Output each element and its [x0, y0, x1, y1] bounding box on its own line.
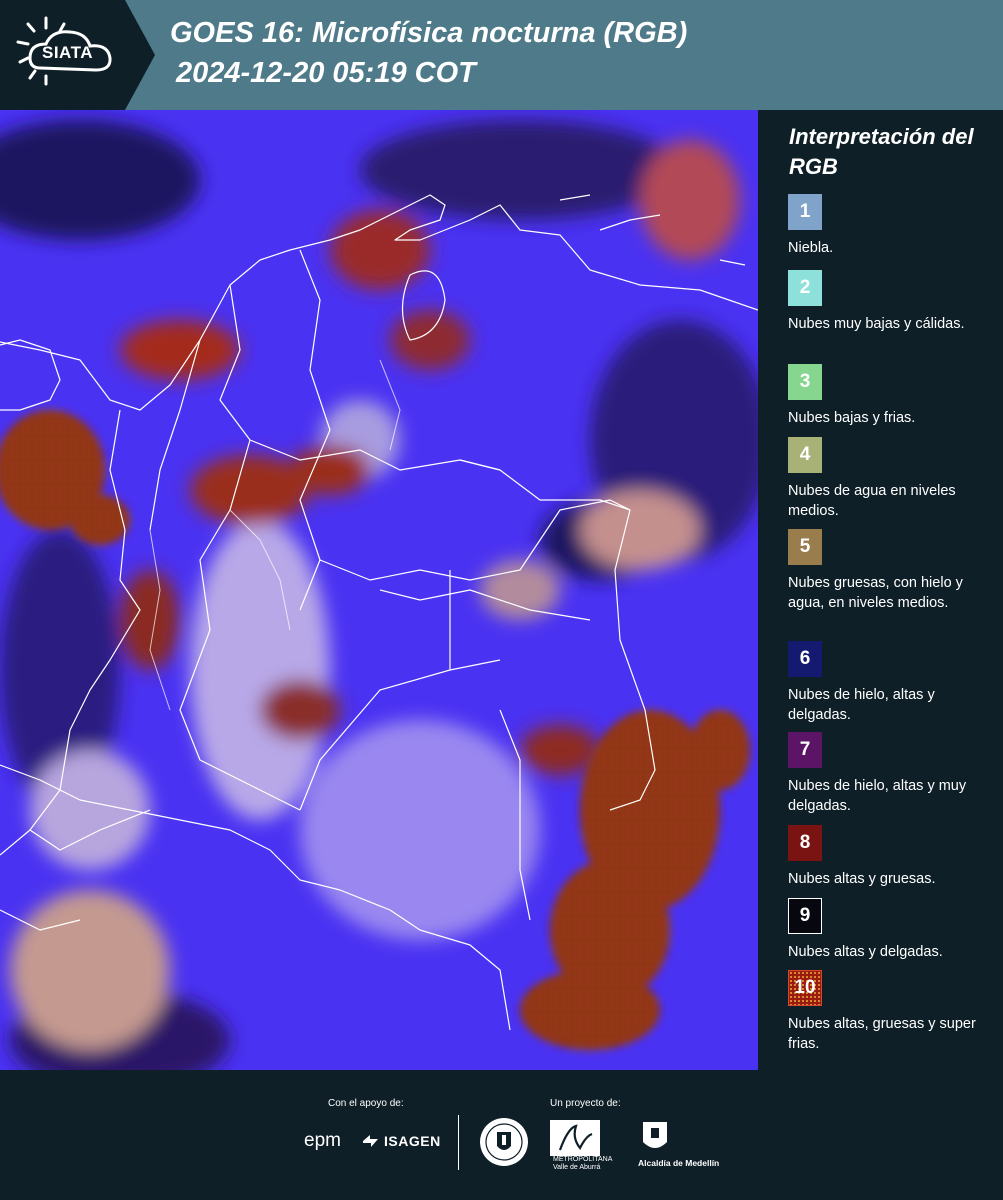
legend-label: Nubes muy bajas y cálidas.: [788, 316, 965, 332]
timestamp: 2024-12-20 05:19 COT: [176, 57, 476, 89]
legend-item: 1 Niebla.: [788, 194, 998, 258]
legend-label: Nubes de hielo, altas y delgadas.: [788, 687, 935, 723]
isagen-icon: [361, 1132, 381, 1155]
legend-item: 5 Nubes gruesas, con hielo y agua, en ni…: [788, 529, 998, 613]
legend-item: 7 Nubes de hielo, altas y muy delgadas.: [788, 732, 998, 816]
legend-swatch: 9: [788, 898, 822, 934]
legend-swatch: 7: [788, 732, 822, 768]
legend-swatch: 8: [788, 825, 822, 861]
legend-label: Nubes bajas y frias.: [788, 410, 916, 426]
legend-label: Nubes altas y delgadas.: [788, 944, 943, 960]
legend-swatch: 6: [788, 641, 822, 677]
legend-swatch: 4: [788, 437, 822, 473]
legend-swatch: 5: [788, 529, 822, 565]
legend-swatch: 10: [788, 970, 822, 1006]
legend-title: Interpretación del RGB: [789, 124, 974, 179]
legend-swatch: 3: [788, 364, 822, 400]
legend-label: Nubes de hielo, altas y muy delgadas.: [788, 778, 967, 814]
header: SIATA GOES 16: Microfísica nocturna (RGB…: [0, 0, 1003, 110]
legend-label: Nubes de agua en niveles medios.: [788, 483, 956, 519]
legend-swatch: 2: [788, 270, 822, 306]
support-label: Con el apoyo de:: [328, 1098, 404, 1109]
legend-item: 8 Nubes altas y gruesas.: [788, 825, 998, 889]
legend-item: 9 Nubes altas y delgadas.: [788, 898, 998, 962]
university-seal-icon: [478, 1116, 530, 1173]
legend-item: 3 Nubes bajas y frias.: [788, 364, 998, 428]
legend-label: Nubes altas y gruesas.: [788, 871, 936, 887]
legend-label: Nubes gruesas, con hielo y agua, en nive…: [788, 575, 963, 611]
footer: Con el apoyo de: Un proyecto de: epm ISA…: [0, 1070, 1003, 1200]
page-title: GOES 16: Microfísica nocturna (RGB): [170, 17, 688, 49]
legend-item: 10 Nubes altas, gruesas y super frias.: [788, 970, 998, 1054]
legend-item: 6 Nubes de hielo, altas y delgadas.: [788, 641, 998, 725]
divider: [458, 1115, 459, 1170]
legend-swatch: 1: [788, 194, 822, 230]
satellite-map: [0, 110, 758, 1070]
logo-text: SIATA: [42, 43, 93, 62]
area-subtitle: METROPOLITANA Valle de Aburrá: [553, 1156, 612, 1171]
legend-item: 4 Nubes de agua en niveles medios.: [788, 437, 998, 521]
project-label: Un proyecto de:: [550, 1098, 621, 1109]
medellin-label: Alcaldía de Medellín: [638, 1158, 720, 1168]
epm-logo: epm: [304, 1130, 341, 1151]
isagen-logo: ISAGEN: [384, 1133, 441, 1149]
legend-label: Nubes altas, gruesas y super frias.: [788, 1016, 976, 1052]
legend-label: Niebla.: [788, 240, 834, 256]
medellin-coat-of-arms-icon: [640, 1120, 670, 1161]
siata-logo: SIATA: [0, 0, 155, 110]
legend-panel: Interpretación del RGB 1 Niebla. 2 Nubes…: [758, 110, 1003, 1070]
legend-item: 2 Nubes muy bajas y cálidas.: [788, 270, 998, 334]
